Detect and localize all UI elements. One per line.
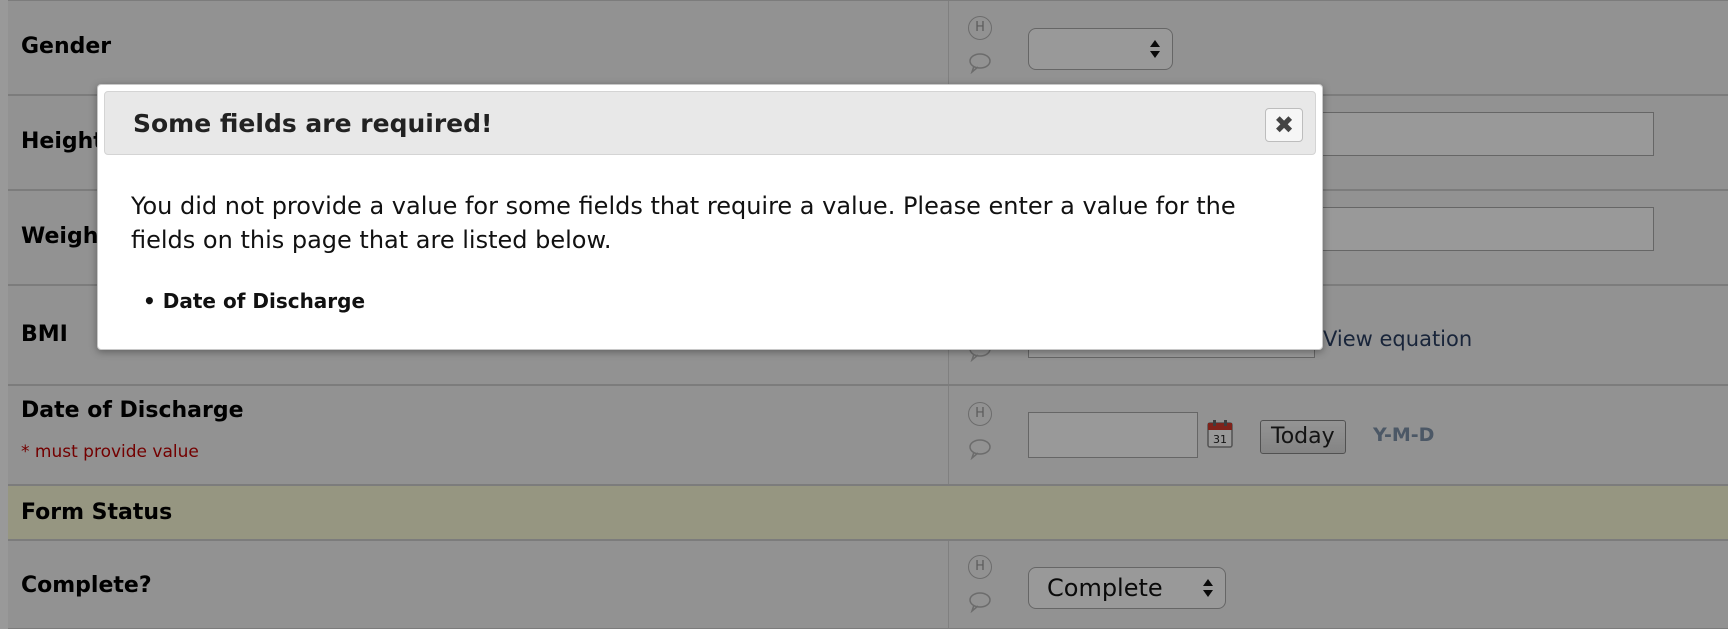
list-bullet: • bbox=[143, 289, 156, 313]
required-field-item: Date of Discharge bbox=[162, 289, 366, 313]
required-fields-dialog: Some fields are required! ✖ You did not … bbox=[97, 84, 1323, 350]
dialog-title: Some fields are required! bbox=[133, 109, 493, 138]
dialog-header: Some fields are required! ✖ bbox=[104, 91, 1316, 155]
dialog-message: You did not provide a value for some fie… bbox=[131, 192, 1236, 254]
close-button[interactable]: ✖ bbox=[1265, 108, 1303, 142]
required-field-list: • Date of Discharge bbox=[143, 289, 365, 313]
